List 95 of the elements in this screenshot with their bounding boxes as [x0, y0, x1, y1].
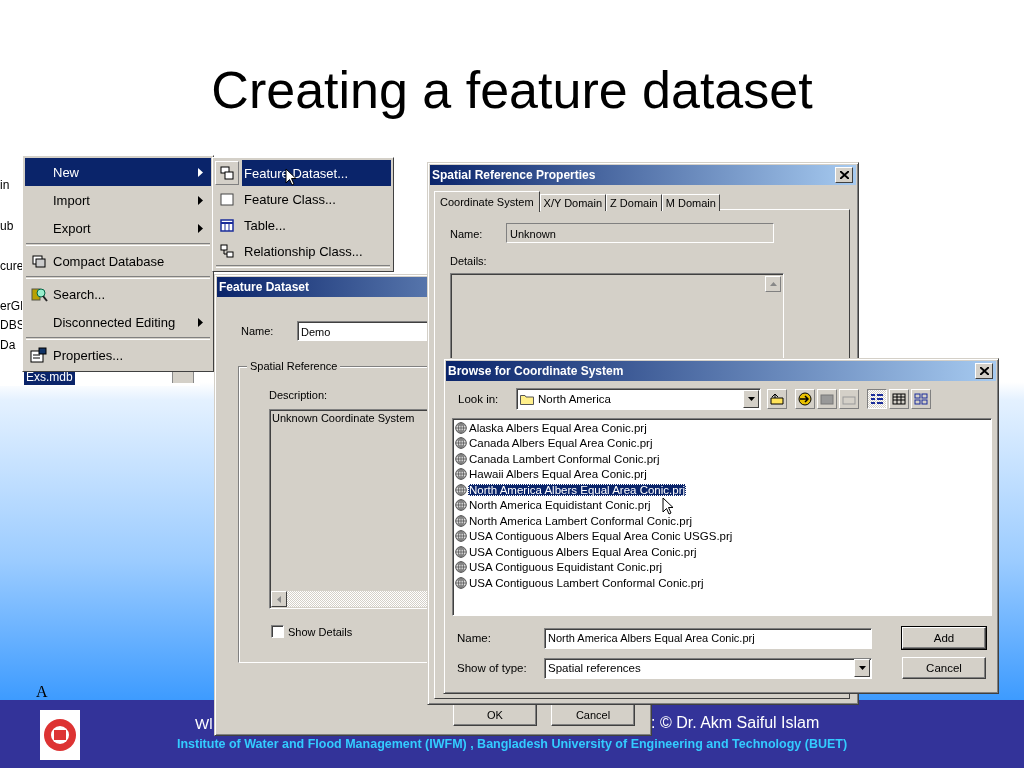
globe-icon — [455, 452, 467, 465]
menu-item[interactable]: Compact Database — [25, 247, 211, 275]
field-label: Name: — [450, 228, 483, 240]
tab[interactable]: Z Domain — [606, 194, 662, 211]
details-view-button[interactable] — [889, 389, 909, 409]
icons-view-button[interactable] — [911, 389, 931, 409]
field-label: Name: — [457, 632, 492, 644]
checkbox-label: Show Details — [288, 625, 353, 638]
menu-item[interactable]: Relationship Class... — [215, 238, 391, 264]
globe-icon — [455, 483, 467, 496]
look-in-dropdown[interactable]: North America — [516, 388, 761, 410]
globe-icon — [455, 437, 467, 450]
tree-item[interactable]: erGI — [0, 299, 24, 314]
cursor-icon — [662, 497, 674, 515]
submenu-arrow-icon — [198, 223, 203, 233]
globe-icon — [455, 576, 467, 589]
globe-icon — [455, 561, 467, 574]
dropdown-arrow-icon — [747, 397, 755, 401]
close-button[interactable] — [835, 167, 853, 183]
arrow-circle-icon — [797, 392, 813, 406]
tab[interactable]: X/Y Domain — [539, 194, 607, 211]
tree-item[interactable]: ub — [0, 219, 14, 234]
file-item[interactable]: Hawaii Albers Equal Area Conic.prj — [468, 468, 648, 481]
tree-item[interactable]: Da — [0, 338, 16, 353]
globe-icon — [455, 545, 467, 558]
field-label: Description: — [269, 389, 328, 401]
tree-item[interactable]: in — [0, 178, 10, 193]
window-title: Spatial Reference Properties — [430, 165, 856, 185]
menu-item[interactable]: Properties... — [25, 341, 211, 369]
menu-item[interactable]: New — [25, 158, 211, 186]
list-icon — [870, 393, 884, 405]
cancel-button[interactable]: Cancel — [902, 657, 986, 679]
tab[interactable]: Coordinate System — [434, 191, 540, 212]
add-button[interactable]: Add — [902, 627, 986, 649]
file-item[interactable]: Canada Albers Equal Area Conic.prj — [468, 437, 654, 450]
field-label: Details: — [450, 255, 487, 267]
menu-item[interactable]: Import — [25, 186, 211, 214]
file-item[interactable]: North America Albers Equal Area Conic.prj — [468, 483, 687, 496]
feature-class-icon — [220, 192, 234, 206]
group-label: Spatial Reference — [247, 360, 341, 372]
grid-icon — [892, 393, 906, 405]
submenu-arrow-icon — [198, 195, 203, 205]
up-arrow-icon — [769, 282, 777, 286]
university-logo-icon — [40, 710, 80, 760]
tree-item[interactable]: cure — [0, 259, 24, 274]
file-item[interactable]: Canada Lambert Conformal Conic.prj — [468, 452, 661, 465]
close-button[interactable] — [975, 363, 993, 379]
connect-button[interactable] — [795, 389, 815, 409]
checkbox[interactable] — [271, 625, 284, 638]
footer-author: : © Dr. Akm Saiful Islam — [651, 714, 820, 732]
file-name-field[interactable]: North America Albers Equal Area Conic.prj — [544, 627, 872, 649]
dialog-button[interactable]: Cancel — [551, 704, 635, 726]
slide-title: Creating a feature dataset — [210, 60, 814, 120]
tab[interactable]: M Domain — [661, 194, 720, 211]
globe-icon — [455, 499, 467, 512]
search-icon — [30, 286, 48, 302]
menu-item[interactable]: Feature Class... — [215, 186, 391, 212]
folder-icon — [520, 393, 534, 405]
menu-item[interactable]: Disconnected Editing — [25, 308, 211, 336]
file-item[interactable]: USA Contiguous Equidistant Conic.prj — [468, 561, 664, 574]
properties-icon — [30, 347, 48, 363]
up-folder-button[interactable] — [767, 389, 787, 409]
field-label: Show of type: — [457, 662, 528, 674]
corner-mark: A — [36, 683, 48, 701]
left-arrow-icon — [277, 595, 281, 603]
close-icon — [979, 367, 989, 375]
list-view-button[interactable] — [867, 389, 887, 409]
dropdown-arrow-icon — [858, 666, 866, 670]
globe-icon — [455, 530, 467, 543]
menu-item[interactable]: Export — [25, 214, 211, 242]
name-field[interactable]: Unknown — [506, 223, 774, 243]
filled-box-icon — [819, 392, 835, 406]
relationship-icon — [220, 244, 234, 258]
type-dropdown[interactable]: Spatial references — [544, 657, 872, 679]
globe-icon — [455, 468, 467, 481]
field-label: Name: — [241, 325, 274, 337]
submenu-arrow-icon — [198, 317, 203, 327]
menu-item[interactable]: Search... — [25, 280, 211, 308]
globe-icon — [455, 421, 467, 434]
dataset-icon — [220, 166, 234, 180]
globe-icon — [455, 514, 467, 527]
menu-item[interactable]: Table... — [215, 212, 391, 238]
footer-institute: Institute of Water and Flood Management (IWFM) , Bangladesh University of Engineering and Technology (BUET) — [175, 737, 849, 751]
submenu-arrow-icon — [198, 167, 203, 177]
up-folder-icon — [770, 393, 784, 405]
window-title: Browse for Coordinate System — [446, 361, 996, 381]
dialog-button[interactable]: OK — [453, 704, 537, 726]
file-item[interactable]: Alaska Albers Equal Area Conic.prj — [468, 421, 648, 434]
field-label: Look in: — [458, 393, 500, 405]
table-icon — [220, 218, 234, 232]
tiles-icon — [914, 393, 928, 405]
footer-text: Wl — [195, 715, 213, 732]
close-icon — [839, 171, 849, 179]
scroll-up-button[interactable] — [765, 276, 781, 292]
file-item[interactable]: North America Equidistant Conic.prj — [468, 499, 652, 512]
